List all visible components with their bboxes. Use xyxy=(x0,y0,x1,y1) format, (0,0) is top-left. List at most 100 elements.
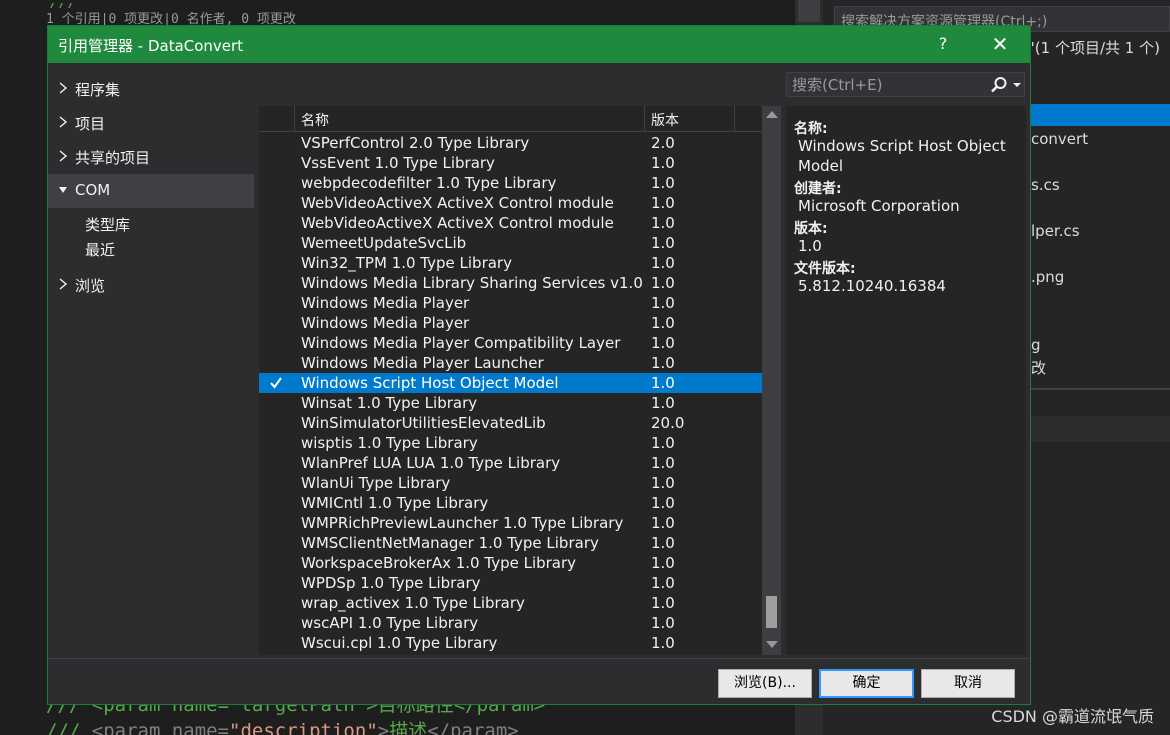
detail-file-version-value: 5.812.10240.16384 xyxy=(798,277,946,295)
list-row[interactable]: wscAPI 1.0 Type Library 1.0 xyxy=(259,613,762,633)
row-name: Win32_TPM 1.0 Type Library xyxy=(301,254,512,272)
search-input[interactable] xyxy=(787,73,987,96)
checkmark-icon[interactable] xyxy=(269,376,283,390)
triangle-right-icon xyxy=(59,116,68,128)
nav-item-shared-projects[interactable]: 共享的项目 xyxy=(48,140,254,174)
list-row[interactable]: WinSimulatorUtilitiesElevatedLib 20.0 xyxy=(259,413,762,433)
list-row[interactable]: Windows Script Host Object Model 1.0 xyxy=(259,373,762,393)
row-version: 1.0 xyxy=(651,194,675,212)
triangle-right-icon xyxy=(59,82,68,94)
triangle-down-icon xyxy=(59,187,67,193)
editor-scrollbar-thumb[interactable] xyxy=(798,0,820,22)
row-version: 1.0 xyxy=(651,434,675,452)
row-version: 1.0 xyxy=(651,634,675,652)
cancel-button[interactable]: 取消 xyxy=(921,669,1015,698)
explorer-item[interactable]: g xyxy=(1031,336,1041,354)
list-row[interactable]: webpdecodefilter 1.0 Type Library 1.0 xyxy=(259,173,762,193)
row-name: Wscui.cpl 1.0 Type Library xyxy=(301,634,498,652)
row-name: Windows Media Player xyxy=(301,314,470,332)
list-row[interactable]: WPDSp 1.0 Type Library 1.0 xyxy=(259,573,762,593)
list-row[interactable]: WebVideoActiveX ActiveX Control module 1.… xyxy=(259,213,762,233)
list-row[interactable]: WMPRichPreviewLauncher 1.0 Type Library 1… xyxy=(259,513,762,533)
code-line-partial: /// ... xyxy=(46,0,109,8)
list-row[interactable]: Windows Media Library Sharing Services v… xyxy=(259,273,762,293)
list-row[interactable]: Win32_TPM 1.0 Type Library 1.0 xyxy=(259,253,762,273)
row-version: 1.0 xyxy=(651,534,675,552)
explorer-item[interactable]: .png xyxy=(1031,268,1064,286)
scroll-down-arrow-icon[interactable] xyxy=(766,641,778,648)
row-name: webpdecodefilter 1.0 Type Library xyxy=(301,174,557,192)
nav-item-projects[interactable]: 项目 xyxy=(48,106,254,140)
row-name: VssEvent 1.0 Type Library xyxy=(301,154,495,172)
list-row[interactable]: WMSClientNetManager 1.0 Type Library 1.0 xyxy=(259,533,762,553)
ok-button[interactable]: 确定 xyxy=(819,669,914,698)
row-name: VSPerfControl 2.0 Type Library xyxy=(301,134,530,152)
list-row[interactable]: Windows Media Player Launcher 1.0 xyxy=(259,353,762,373)
list-row[interactable]: WemeetUpdateSvcLib 1.0 xyxy=(259,233,762,253)
header-version-column[interactable]: 版本 xyxy=(645,106,735,132)
row-version: 1.0 xyxy=(651,374,675,392)
help-button[interactable]: ? xyxy=(932,33,954,55)
list-scrollbar[interactable] xyxy=(762,106,781,655)
details-panel: 名称: Windows Script Host Object Model 创建者… xyxy=(786,106,1026,655)
row-version: 2.0 xyxy=(651,134,675,152)
row-name: Windows Media Player Launcher xyxy=(301,354,544,372)
detail-version-value: 1.0 xyxy=(798,237,822,255)
row-name: WMSClientNetManager 1.0 Type Library xyxy=(301,534,599,552)
nav-item-com[interactable]: COM xyxy=(48,174,254,208)
row-version: 1.0 xyxy=(651,214,675,232)
dialog-title-bar[interactable]: 引用管理器 - DataConvert ? ✕ xyxy=(48,26,1030,63)
list-row[interactable]: Windows Media Player 1.0 xyxy=(259,293,762,313)
triangle-right-icon xyxy=(59,150,68,162)
detail-creator-label: 创建者: xyxy=(794,181,842,197)
code-line-param-description: /// <param name="description">描述</param> xyxy=(46,720,519,735)
header-check-column[interactable] xyxy=(259,106,295,132)
row-version: 1.0 xyxy=(651,154,675,172)
nav-item-label: 共享的项目 xyxy=(75,149,151,167)
list-row[interactable]: WorkspaceBrokerAx 1.0 Type Library 1.0 xyxy=(259,553,762,573)
nav-subitem-recent[interactable]: 最近 xyxy=(85,239,115,260)
com-reference-list[interactable]: 名称 版本 VSPerfControl 2.0 Type Library 2.0 V… xyxy=(259,106,762,655)
row-version: 1.0 xyxy=(651,354,675,372)
row-name: Winsat 1.0 Type Library xyxy=(301,394,478,412)
header-name-column[interactable]: 名称 xyxy=(295,106,645,132)
list-row[interactable]: wisptis 1.0 Type Library 1.0 xyxy=(259,433,762,453)
list-row[interactable]: Windows Media Player 1.0 xyxy=(259,313,762,333)
list-row[interactable]: VssEvent 1.0 Type Library 1.0 xyxy=(259,153,762,173)
list-row[interactable]: WlanUi Type Library 1.0 xyxy=(259,473,762,493)
row-version: 1.0 xyxy=(651,394,675,412)
list-row[interactable]: wrap_activex 1.0 Type Library 1.0 xyxy=(259,593,762,613)
list-row[interactable]: Windows Media Player Compatibility Layer… xyxy=(259,333,762,353)
row-version: 1.0 xyxy=(651,494,675,512)
scroll-thumb[interactable] xyxy=(766,596,777,628)
close-button[interactable]: ✕ xyxy=(986,32,1014,56)
row-name: WemeetUpdateSvcLib xyxy=(301,234,467,252)
explorer-item[interactable]: 改 xyxy=(1031,357,1046,378)
explorer-item[interactable]: s.cs xyxy=(1031,176,1060,194)
row-name: WinSimulatorUtilitiesElevatedLib xyxy=(301,414,546,432)
nav-item-browse[interactable]: 浏览 xyxy=(48,268,254,302)
list-row[interactable]: Winsat 1.0 Type Library 1.0 xyxy=(259,393,762,413)
row-version: 1.0 xyxy=(651,574,675,592)
row-version: 1.0 xyxy=(651,454,675,472)
row-version: 1.0 xyxy=(651,294,675,312)
browse-button[interactable]: 浏览(B)... xyxy=(718,669,812,698)
search-options-dropdown-icon[interactable] xyxy=(1013,83,1021,87)
row-name: WMICntl 1.0 Type Library xyxy=(301,494,489,512)
list-row[interactable]: WMICntl 1.0 Type Library 1.0 xyxy=(259,493,762,513)
row-name: WorkspaceBrokerAx 1.0 Type Library xyxy=(301,554,577,572)
list-row[interactable]: VSPerfControl 2.0 Type Library 2.0 xyxy=(259,133,762,153)
scroll-up-arrow-icon[interactable] xyxy=(766,111,778,118)
row-version: 1.0 xyxy=(651,314,675,332)
list-row[interactable]: Wscui.cpl 1.0 Type Library 1.0 xyxy=(259,633,762,653)
explorer-item[interactable]: convert xyxy=(1031,130,1088,148)
nav-item-assemblies[interactable]: 程序集 xyxy=(48,72,254,106)
row-version: 1.0 xyxy=(651,614,675,632)
list-row[interactable]: WebVideoActiveX ActiveX Control module 1.… xyxy=(259,193,762,213)
footer-divider xyxy=(48,658,1030,659)
search-icon[interactable] xyxy=(990,76,1008,94)
list-row[interactable]: WlanPref LUA LUA 1.0 Type Library 1.0 xyxy=(259,453,762,473)
explorer-item[interactable]: lper.cs xyxy=(1031,222,1080,240)
dialog-title: 引用管理器 - DataConvert xyxy=(58,37,244,55)
nav-subitem-type-libraries[interactable]: 类型库 xyxy=(85,214,130,235)
